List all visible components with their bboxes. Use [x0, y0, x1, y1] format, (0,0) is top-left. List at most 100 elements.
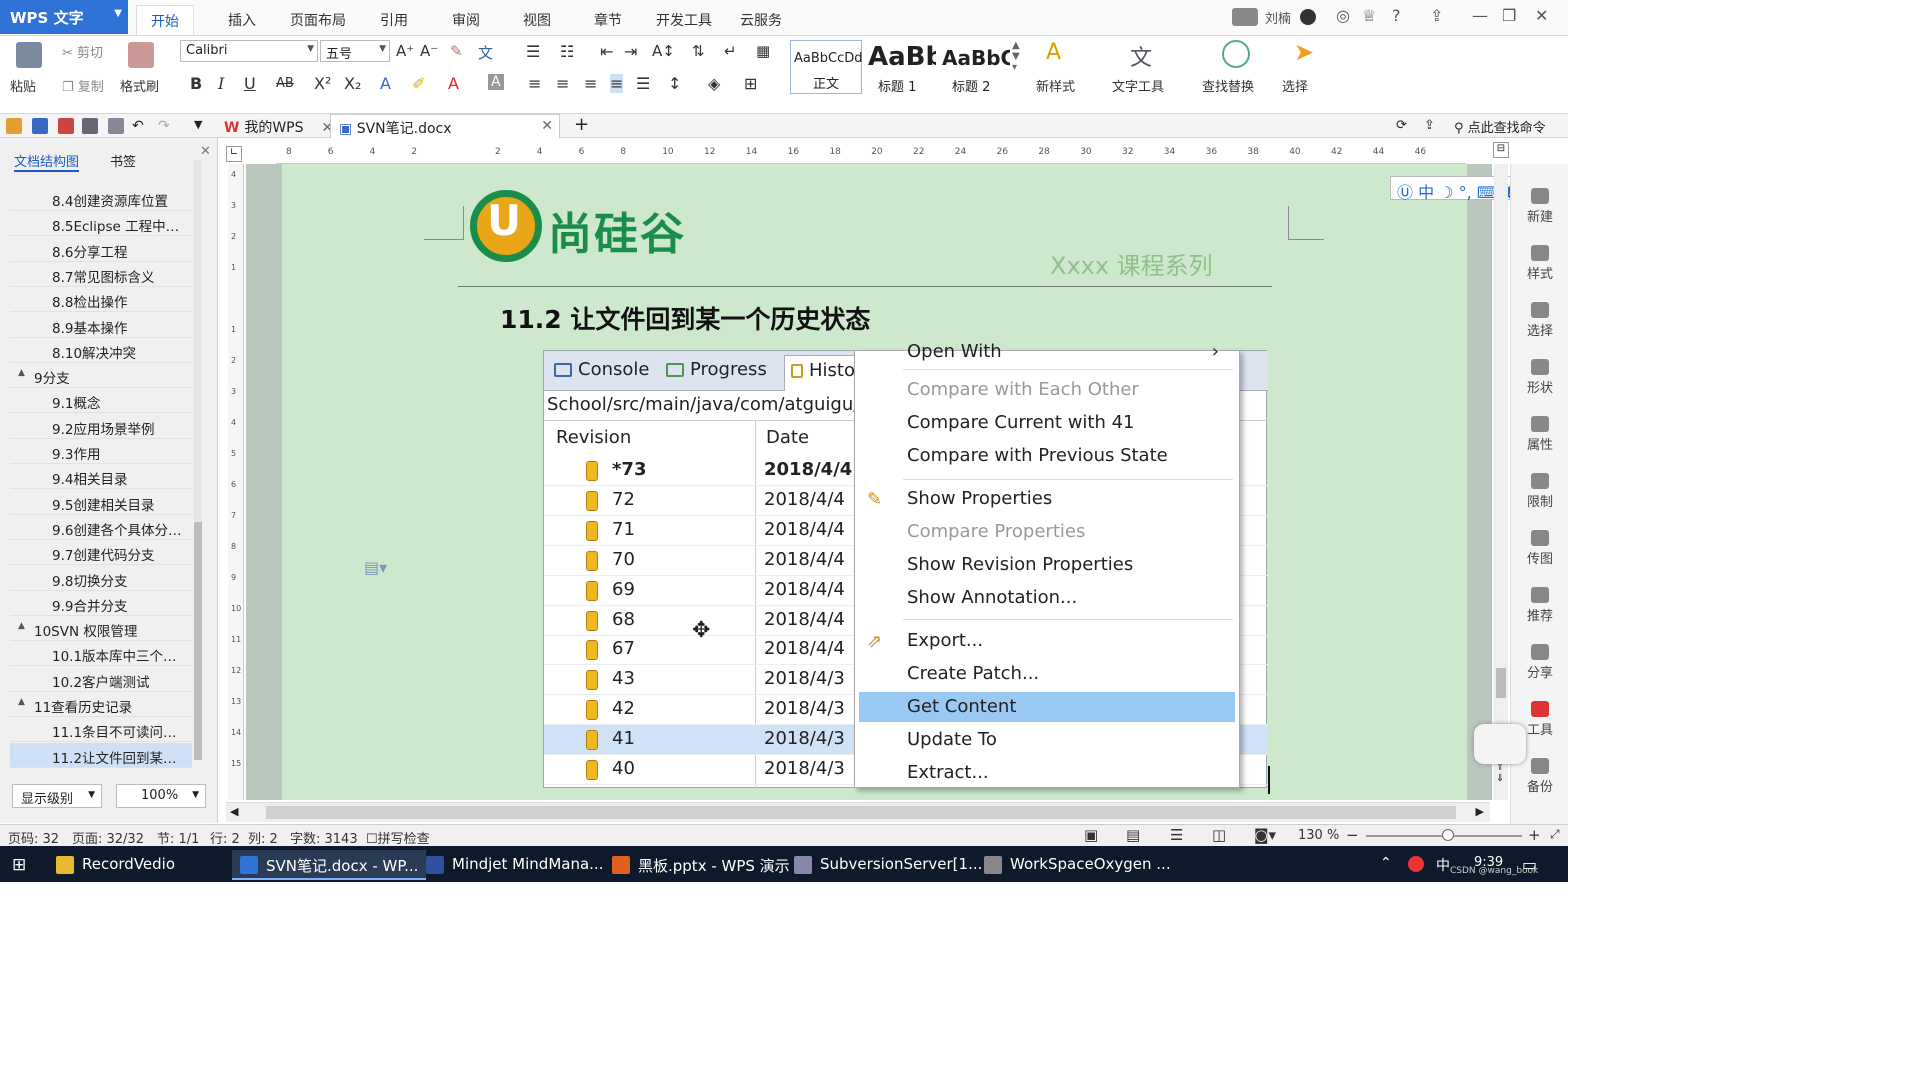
context-menu-item[interactable]: ✎ Show Properties	[859, 484, 1235, 514]
save-icon[interactable]	[32, 118, 48, 134]
tab-stop-icon[interactable]: ∟	[226, 146, 242, 162]
tab-my-wps[interactable]: W 我的WPS ✕	[216, 114, 341, 138]
eye-protect-icon[interactable]: ◙▾	[1254, 826, 1276, 844]
tab-view[interactable]: 视图	[523, 10, 551, 30]
outline-item[interactable]: 9.7创建代码分支	[10, 540, 192, 566]
print-preview-icon[interactable]	[108, 118, 124, 134]
context-menu-item[interactable]: Show Annotation...	[859, 583, 1235, 613]
outline-item[interactable]: 9.1概念	[10, 388, 192, 414]
scroll-right-icon[interactable]: ▶	[1476, 805, 1484, 818]
zoom-in-icon[interactable]: +	[1528, 826, 1541, 844]
font-size-select[interactable]: 五号 ▼	[320, 40, 390, 62]
context-menu-item[interactable]: Compare Current with 41	[859, 408, 1235, 438]
side-tool-button[interactable]: 分享	[1511, 644, 1569, 681]
shrink-font-icon[interactable]: A⁻	[420, 42, 438, 60]
horizontal-scrollbar[interactable]: ◀ ▶	[226, 802, 1490, 822]
sync-icon[interactable]: ⟳	[1396, 118, 1412, 134]
superscript-icon[interactable]: X²	[314, 74, 331, 93]
spell-check-toggle[interactable]: ☐拼写检查	[366, 828, 430, 847]
outline-item[interactable]: 11.1条目不可读问…	[10, 717, 192, 743]
fullscreen-icon[interactable]: ⤢	[1550, 827, 1560, 842]
highlight-icon[interactable]: ✐	[412, 74, 425, 93]
outline-item[interactable]: 8.10解决冲突	[10, 338, 192, 363]
outline-item[interactable]: 8.8检出操作	[10, 287, 192, 313]
indent-icon[interactable]: ⇥	[624, 42, 637, 61]
paste-icon[interactable]	[16, 42, 42, 68]
close-panel-icon[interactable]: ✕	[200, 144, 211, 159]
export-pdf-icon[interactable]	[58, 118, 74, 134]
font-color-icon[interactable]: A	[448, 74, 459, 93]
shirt-icon[interactable]: ♕	[1362, 6, 1376, 25]
strikethrough-icon[interactable]: AB	[276, 76, 294, 91]
side-tool-button[interactable]: 样式	[1511, 245, 1569, 282]
panel-scrollbar[interactable]	[194, 160, 202, 760]
help-icon[interactable]: ?	[1392, 6, 1401, 25]
align-center-icon[interactable]: ≡	[556, 74, 569, 93]
numbered-list-icon[interactable]: ☷	[560, 42, 574, 61]
context-menu-item[interactable]: Update To	[859, 725, 1235, 755]
avatar[interactable]	[1232, 8, 1258, 26]
undo-icon[interactable]: ↶	[132, 118, 148, 134]
tab-developer[interactable]: 开发工具	[656, 10, 712, 30]
text-tools-button[interactable]: 文字工具	[1112, 76, 1164, 95]
vertical-ruler[interactable]: 4 3 2 1 1 2 3 4 5 6 7 8 9 10 11 12 13 14 15	[228, 164, 244, 800]
line-spacing-icon[interactable]: ↕	[668, 74, 681, 93]
outline-item[interactable]: ▲ 9分支	[10, 363, 192, 389]
close-icon[interactable]: ✕	[1535, 6, 1548, 25]
scrollbar-thumb[interactable]	[1496, 668, 1506, 698]
display-level-button[interactable]: 显示级别 ▼	[12, 784, 102, 808]
context-menu-item[interactable]: Open With ›	[859, 337, 1235, 367]
status-word-count[interactable]: 字数: 3143	[290, 828, 358, 847]
taskbar-app-button[interactable]: 黑板.pptx - WPS 演示	[604, 850, 798, 880]
justify-icon[interactable]: ≡	[610, 74, 624, 93]
outline-item[interactable]: 10.1版本库中三个…	[10, 641, 192, 667]
outline-item[interactable]: 8.7常见图标含义	[10, 262, 192, 287]
zoom-out-icon[interactable]: −	[1346, 826, 1359, 844]
outline-item[interactable]: 11.2让文件回到某…	[10, 742, 192, 768]
notification-icon[interactable]: ▭	[1522, 855, 1537, 874]
phonetic-icon[interactable]: 文	[478, 42, 493, 63]
page-view-icon[interactable]: ▤	[1126, 826, 1140, 844]
vertical-scrollbar[interactable]: ⇑ ⇓	[1494, 164, 1508, 800]
tab-page-layout[interactable]: 页面布局	[290, 10, 346, 30]
page-nav-icon[interactable]: ⇑ ⇓	[1496, 762, 1504, 784]
outline-view-icon[interactable]: ☰	[1170, 826, 1183, 844]
zoom-slider-handle[interactable]	[1442, 829, 1454, 841]
paste-button[interactable]: 粘贴	[10, 76, 36, 95]
tab-bookmarks[interactable]: 书签	[110, 151, 136, 170]
underline-icon[interactable]: U	[244, 74, 256, 93]
italic-icon[interactable]: I	[218, 74, 224, 93]
text-effect-icon[interactable]: A	[380, 74, 391, 93]
tab-review[interactable]: 审阅	[452, 10, 480, 30]
clear-format-icon[interactable]: ✎	[450, 42, 463, 60]
style-heading-2[interactable]: AaBbC 标题 2	[938, 40, 1010, 94]
taskbar-app-button[interactable]: SVN笔记.docx - WP...	[232, 850, 427, 880]
taskbar-app-button[interactable]: Mindjet MindMana...	[418, 850, 611, 880]
horizontal-ruler[interactable]: 8 6 4 2 2 4 6 8 10 12 14 16 18 20 22 24 26 28 30 32 34 36 38 40…	[276, 142, 1466, 164]
context-menu-item[interactable]: Show Revision Properties	[859, 550, 1235, 580]
paragraph-mark-icon[interactable]: ↵	[724, 42, 737, 60]
share-icon[interactable]: ⇪	[1424, 118, 1440, 134]
close-icon[interactable]: ✕	[541, 118, 553, 134]
user-name[interactable]: 刘楠	[1265, 8, 1291, 27]
context-menu-item[interactable]: Compare with Previous State	[859, 441, 1235, 471]
outline-item[interactable]: 9.2应用场景举例	[10, 414, 192, 439]
skin-icon[interactable]: ◎	[1336, 6, 1350, 25]
select-button[interactable]: 选择	[1282, 76, 1308, 95]
web-view-icon[interactable]: ◫	[1212, 826, 1226, 844]
collapse-icon[interactable]: ▲	[18, 697, 25, 707]
side-tool-button[interactable]: 属性	[1511, 416, 1569, 453]
outline-item[interactable]: 8.6分享工程	[10, 237, 192, 262]
scrollbar-thumb[interactable]	[266, 806, 1456, 819]
side-tool-button[interactable]: 推荐	[1511, 587, 1569, 624]
open-icon[interactable]	[6, 118, 22, 134]
align-left-icon[interactable]: ≡	[528, 74, 541, 93]
style-scroll-icon[interactable]: ▲ ▼ ▾	[1012, 40, 1020, 73]
context-menu-item[interactable]: Get Content	[859, 692, 1235, 722]
tab-svn-doc[interactable]: ▣ SVN笔记.docx ✕	[330, 114, 560, 138]
paste-options-icon[interactable]: ▤▾	[364, 558, 387, 577]
tab-references[interactable]: 引用	[380, 10, 408, 30]
outline-item[interactable]: ▲ 11查看历史记录	[10, 692, 192, 717]
restore-icon[interactable]: ❐	[1502, 6, 1516, 25]
collapse-icon[interactable]: ▲	[18, 368, 25, 378]
